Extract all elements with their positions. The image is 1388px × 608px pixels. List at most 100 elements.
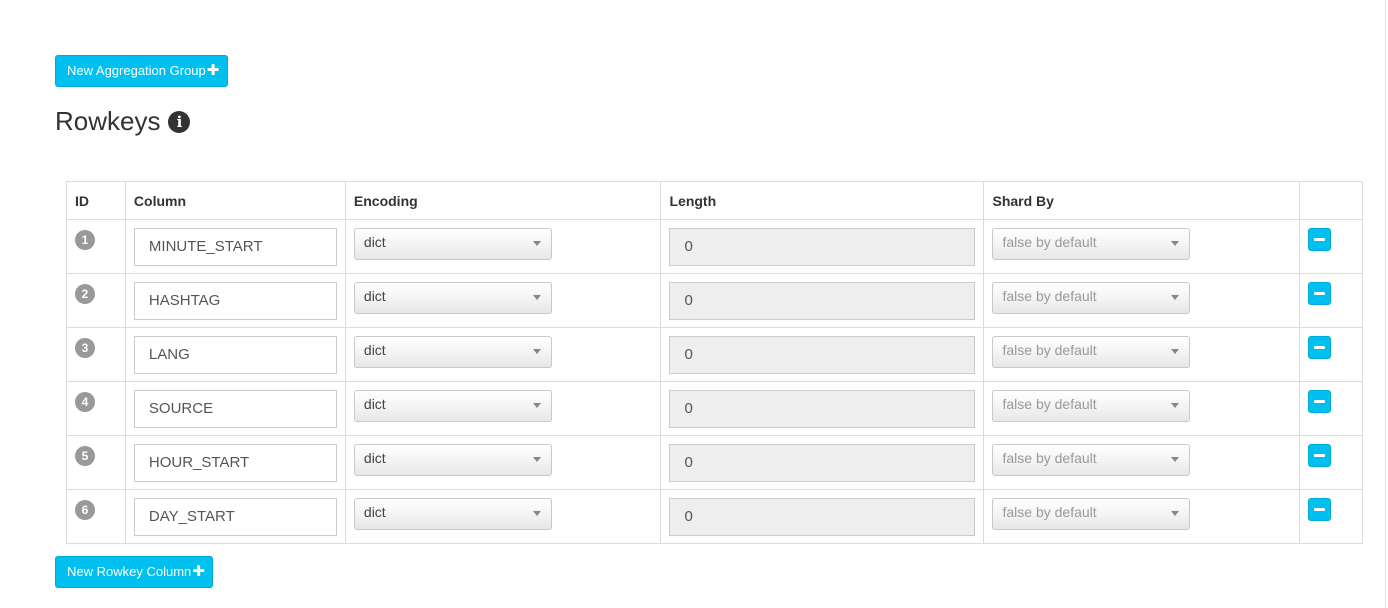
shard-by-select[interactable]: false by default (992, 282, 1191, 314)
plus-icon: ✚ (192, 563, 205, 580)
cell-column: DAY_START (124, 489, 346, 544)
remove-row-button[interactable] (1308, 390, 1332, 413)
remove-row-button[interactable] (1308, 444, 1332, 467)
cell-shard-by: false by default (983, 489, 1301, 544)
remove-row-button[interactable] (1308, 228, 1332, 251)
minus-icon (1314, 454, 1326, 457)
rowkeys-table-body: 1 MINUTE_START dict 0 false by default 2 HASHT… (66, 219, 1363, 544)
encoding-select[interactable]: dict (353, 444, 552, 476)
cell-action (1299, 489, 1363, 544)
cell-id: 5 (66, 435, 126, 490)
shard-by-placeholder: false by default (1002, 396, 1097, 412)
length-input[interactable]: 0 (669, 282, 976, 320)
caret-down-icon (532, 241, 541, 246)
minus-icon (1314, 292, 1326, 295)
table-row: 5 HOUR_START dict 0 false by default (66, 435, 1363, 490)
cell-length: 0 (660, 435, 985, 490)
column-name-input[interactable]: SOURCE (133, 390, 337, 428)
cell-column: LANG (124, 327, 346, 382)
caret-down-icon (1171, 403, 1180, 408)
caret-down-icon (532, 403, 541, 408)
shard-by-select[interactable]: false by default (992, 498, 1191, 530)
shard-by-select[interactable]: false by default (992, 444, 1191, 476)
remove-row-button[interactable] (1308, 282, 1332, 305)
length-input[interactable]: 0 (669, 228, 976, 266)
caret-down-icon (532, 457, 541, 462)
encoding-value: dict (363, 450, 386, 466)
length-input[interactable]: 0 (669, 336, 976, 374)
encoding-value: dict (363, 288, 386, 304)
remove-row-button[interactable] (1308, 498, 1332, 521)
encoding-value: dict (363, 234, 386, 250)
length-input[interactable]: 0 (669, 444, 976, 482)
plus-icon: ✚ (206, 62, 220, 79)
column-name-input[interactable]: HOUR_START (133, 444, 337, 482)
cell-id: 2 (66, 273, 126, 328)
length-input[interactable]: 0 (669, 498, 976, 536)
caret-down-icon (532, 295, 541, 300)
new-aggregation-group-button[interactable]: New Aggregation Group ✚ (55, 55, 228, 87)
cell-id: 1 (66, 219, 126, 274)
encoding-select[interactable]: dict (353, 390, 552, 422)
row-id-badge: 4 (75, 392, 95, 412)
cell-column: HOUR_START (124, 435, 346, 490)
shard-by-select[interactable]: false by default (992, 390, 1191, 422)
encoding-select[interactable]: dict (353, 498, 552, 530)
length-input[interactable]: 0 (669, 390, 976, 428)
cell-encoding: dict (344, 489, 662, 544)
shard-by-placeholder: false by default (1002, 450, 1097, 466)
cell-shard-by: false by default (983, 273, 1301, 328)
cell-column: HASHTAG (124, 273, 346, 328)
encoding-select[interactable]: dict (353, 282, 552, 314)
cell-shard-by: false by default (983, 219, 1301, 274)
shard-by-select[interactable]: false by default (992, 228, 1191, 260)
remove-row-button[interactable] (1308, 336, 1332, 359)
shard-by-placeholder: false by default (1002, 234, 1097, 250)
minus-icon (1314, 508, 1326, 511)
cell-shard-by: false by default (983, 381, 1301, 436)
column-name-input[interactable]: LANG (133, 336, 337, 374)
table-header-row: ID Column Encoding Length Shard By (66, 181, 1363, 220)
column-name-input[interactable]: DAY_START (133, 498, 337, 536)
column-name-input[interactable]: HASHTAG (133, 282, 337, 320)
cell-shard-by: false by default (983, 435, 1301, 490)
encoding-select[interactable]: dict (353, 228, 552, 260)
minus-icon (1314, 238, 1326, 241)
cell-encoding: dict (344, 381, 662, 436)
table-row: 1 MINUTE_START dict 0 false by default (66, 219, 1363, 274)
row-id-badge: 1 (75, 230, 95, 250)
cell-length: 0 (660, 381, 985, 436)
cell-id: 4 (66, 381, 126, 436)
new-rowkey-column-label: New Rowkey Column (67, 564, 192, 579)
cell-length: 0 (660, 327, 985, 382)
header-encoding: Encoding (344, 181, 662, 220)
header-length: Length (660, 181, 985, 220)
caret-down-icon (532, 349, 541, 354)
shard-by-placeholder: false by default (1002, 288, 1097, 304)
cell-id: 3 (66, 327, 126, 382)
shard-by-placeholder: false by default (1002, 342, 1097, 358)
encoding-select[interactable]: dict (353, 336, 552, 368)
caret-down-icon (532, 511, 541, 516)
shard-by-placeholder: false by default (1002, 504, 1097, 520)
cell-column: SOURCE (124, 381, 346, 436)
rowkeys-title: Rowkeys (55, 106, 161, 136)
new-rowkey-column-button[interactable]: New Rowkey Column ✚ (55, 556, 213, 588)
rowkeys-table: ID Column Encoding Length Shard By 1 MINU… (66, 181, 1363, 544)
minus-icon (1314, 400, 1326, 403)
cell-action (1299, 273, 1363, 328)
info-circle-icon[interactable]: i (168, 110, 191, 133)
table-row: 4 SOURCE dict 0 false by default (66, 381, 1363, 436)
cell-action (1299, 327, 1363, 382)
cell-shard-by: false by default (983, 327, 1301, 382)
cell-length: 0 (660, 219, 985, 274)
shard-by-select[interactable]: false by default (992, 336, 1191, 368)
cell-action (1299, 219, 1363, 274)
row-id-badge: 6 (75, 500, 95, 520)
minus-icon (1314, 346, 1326, 349)
cell-encoding: dict (344, 435, 662, 490)
encoding-value: dict (363, 342, 386, 358)
table-row: 3 LANG dict 0 false by default (66, 327, 1363, 382)
cell-length: 0 (660, 489, 985, 544)
column-name-input[interactable]: MINUTE_START (133, 228, 337, 266)
